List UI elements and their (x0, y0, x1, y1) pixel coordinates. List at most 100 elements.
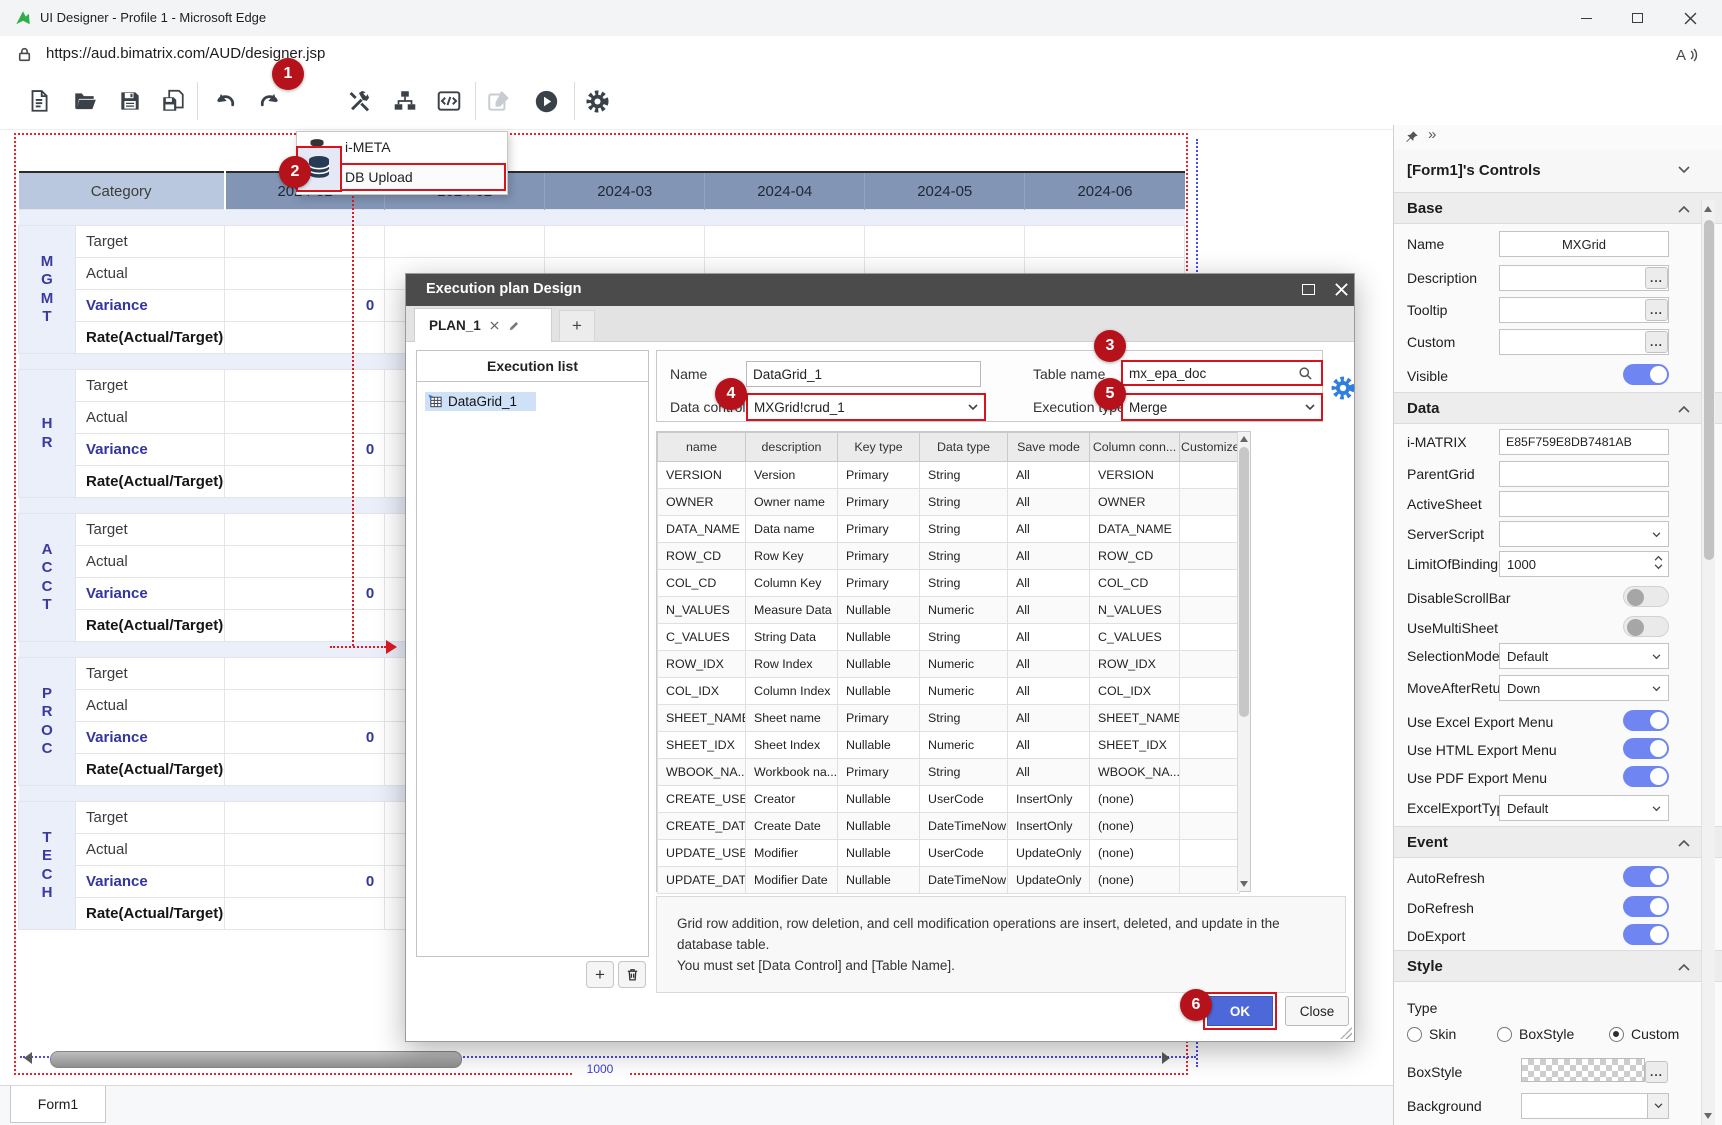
pin-icon[interactable] (1405, 130, 1419, 144)
schema-row[interactable]: COL_IDXColumn IndexNullableNumericAllCOL… (658, 678, 1240, 705)
minimize-button[interactable] (1563, 0, 1609, 36)
schema-col-header[interactable]: Key type (838, 433, 920, 462)
schema-row[interactable]: CREATE_USERCreatorNullableUserCodeInsert… (658, 786, 1240, 813)
spinner-arrows[interactable] (1654, 555, 1663, 570)
schema-row[interactable]: UPDATE_USERModifierNullableUserCodeUpdat… (658, 840, 1240, 867)
settings-icon[interactable] (584, 88, 612, 116)
imatrix-input[interactable] (1499, 429, 1669, 455)
hscroll-thumb[interactable] (50, 1051, 462, 1068)
prop-description-input[interactable] (1499, 265, 1669, 291)
section-style[interactable]: Style (1394, 950, 1722, 982)
dialog-close-button[interactable]: Close (1285, 996, 1349, 1026)
excel-export-toggle[interactable] (1623, 710, 1669, 731)
schema-row[interactable]: DATA_NAMEData namePrimaryStringAllDATA_N… (658, 516, 1240, 543)
schema-row[interactable]: WBOOK_NA...Workbook na...PrimaryStringAl… (658, 759, 1240, 786)
run-icon[interactable] (533, 88, 561, 116)
doexport-toggle[interactable] (1623, 924, 1669, 945)
tab-close-icon[interactable] (490, 321, 499, 330)
hscroll-left-arrow[interactable] (24, 1052, 32, 1064)
ok-button[interactable]: OK (1207, 996, 1273, 1026)
autorefresh-toggle[interactable] (1623, 866, 1669, 887)
schema-row[interactable]: VERSIONVersionPrimaryStringAllVERSION (658, 462, 1240, 489)
open-file-icon[interactable] (72, 88, 100, 116)
save-as-icon[interactable] (160, 88, 188, 116)
chevron-up-icon[interactable] (1678, 405, 1690, 413)
radio-skin[interactable]: Skin (1407, 1026, 1456, 1044)
radio-boxstyle[interactable]: BoxStyle (1497, 1026, 1574, 1044)
radio-custom[interactable]: Custom (1609, 1026, 1679, 1044)
panel-scrollbar[interactable] (1701, 200, 1715, 1125)
schema-col-header[interactable]: Column conn... (1090, 433, 1180, 462)
table-name-input[interactable] (1121, 360, 1323, 386)
schema-scrollbar[interactable] (1237, 432, 1250, 891)
dialog-titlebar[interactable]: Execution plan Design (406, 274, 1354, 306)
table-settings-gear-icon[interactable] (1329, 374, 1357, 402)
section-data[interactable]: Data (1394, 392, 1722, 424)
tools-icon[interactable] (346, 88, 374, 116)
search-icon[interactable] (1298, 366, 1313, 381)
dialog-close-icon[interactable] (1334, 282, 1349, 297)
plan-tab[interactable]: PLAN_1 (414, 308, 552, 342)
save-icon[interactable] (117, 88, 145, 116)
scroll-up-arrow[interactable] (1704, 206, 1712, 212)
schema-col-header[interactable]: name (658, 433, 746, 462)
section-base[interactable]: Base (1394, 192, 1722, 224)
dorefresh-toggle[interactable] (1623, 896, 1669, 917)
schema-col-header[interactable]: Data type (920, 433, 1008, 462)
ellipsis-button[interactable]: ... (1645, 1061, 1668, 1083)
chevron-down-icon[interactable] (1647, 1094, 1668, 1118)
edit-icon[interactable] (486, 88, 514, 116)
schema-row[interactable]: N_VALUESMeasure DataNullableNumericAllN_… (658, 597, 1240, 624)
parentgrid-input[interactable] (1499, 461, 1669, 487)
dialog-resize-grip[interactable] (1340, 1027, 1352, 1039)
background-select[interactable] (1521, 1093, 1669, 1119)
controls-header[interactable]: [Form1]'s Controls (1394, 150, 1722, 193)
activesheet-input[interactable] (1499, 491, 1669, 517)
prop-name-input[interactable] (1499, 231, 1669, 257)
execution-list-item-datagrid[interactable]: DataGrid_1 (425, 392, 536, 411)
html-export-toggle[interactable] (1623, 738, 1669, 759)
chevron-up-icon[interactable] (1678, 963, 1690, 971)
pdf-export-toggle[interactable] (1623, 766, 1669, 787)
form1-tab[interactable]: Form1 (10, 1086, 106, 1123)
schema-row[interactable]: ROW_CDRow KeyPrimaryStringAllROW_CD (658, 543, 1240, 570)
hscroll-right-arrow[interactable] (1162, 1052, 1170, 1064)
schema-row[interactable]: UPDATE_DATEModifier DateNullableDateTime… (658, 867, 1240, 894)
schema-row[interactable]: COL_CDColumn KeyPrimaryStringAllCOL_CD (658, 570, 1240, 597)
schema-col-header[interactable]: Customize (1180, 433, 1240, 462)
schema-row[interactable]: C_VALUESString DataNullableStringAllC_VA… (658, 624, 1240, 651)
usemultisheet-toggle[interactable] (1623, 616, 1669, 637)
schema-row[interactable]: SHEET_IDXSheet IndexNullableNumericAllSH… (658, 732, 1240, 759)
schema-scroll-thumb[interactable] (1239, 447, 1249, 717)
name-input[interactable] (746, 361, 981, 387)
add-execution-button[interactable]: + (586, 961, 614, 988)
schema-row[interactable]: ROW_IDXRow IndexNullableNumericAllROW_ID… (658, 651, 1240, 678)
address-bar[interactable]: https://aud.bimatrix.com/AUD/designer.js… (0, 36, 1722, 74)
ellipsis-button[interactable]: ... (1645, 267, 1668, 289)
read-aloud-icon[interactable]: A (1674, 44, 1698, 66)
maximize-button[interactable] (1614, 0, 1660, 36)
scroll-down-arrow[interactable] (1240, 881, 1248, 887)
panel-scroll-thumb[interactable] (1704, 220, 1714, 560)
chevron-down-icon[interactable] (1678, 166, 1690, 174)
section-event[interactable]: Event (1394, 826, 1722, 858)
limitofbinding-spinner[interactable]: 1000 (1499, 551, 1669, 577)
chevron-up-icon[interactable] (1678, 205, 1690, 213)
boxstyle-swatch[interactable] (1521, 1058, 1645, 1082)
visible-toggle[interactable] (1623, 364, 1669, 385)
structure-icon[interactable] (392, 88, 420, 116)
dialog-maximize-icon[interactable] (1302, 284, 1315, 295)
schema-row[interactable]: OWNEROwner namePrimaryStringAllOWNER (658, 489, 1240, 516)
lock-icon[interactable] (16, 46, 33, 63)
new-document-icon[interactable] (26, 88, 54, 116)
ellipsis-button[interactable]: ... (1645, 331, 1668, 353)
selectionmode-select[interactable]: Default (1499, 643, 1669, 669)
collapse-panel-icon[interactable]: » (1428, 126, 1436, 143)
prop-tooltip-input[interactable] (1499, 297, 1669, 323)
close-button[interactable] (1667, 0, 1713, 36)
scroll-down-arrow[interactable] (1704, 1113, 1712, 1119)
tab-edit-icon[interactable] (508, 320, 520, 332)
undo-icon[interactable] (212, 88, 240, 116)
moveafterreturn-select[interactable]: Down (1499, 675, 1669, 701)
disablescrollbar-toggle[interactable] (1623, 586, 1669, 607)
